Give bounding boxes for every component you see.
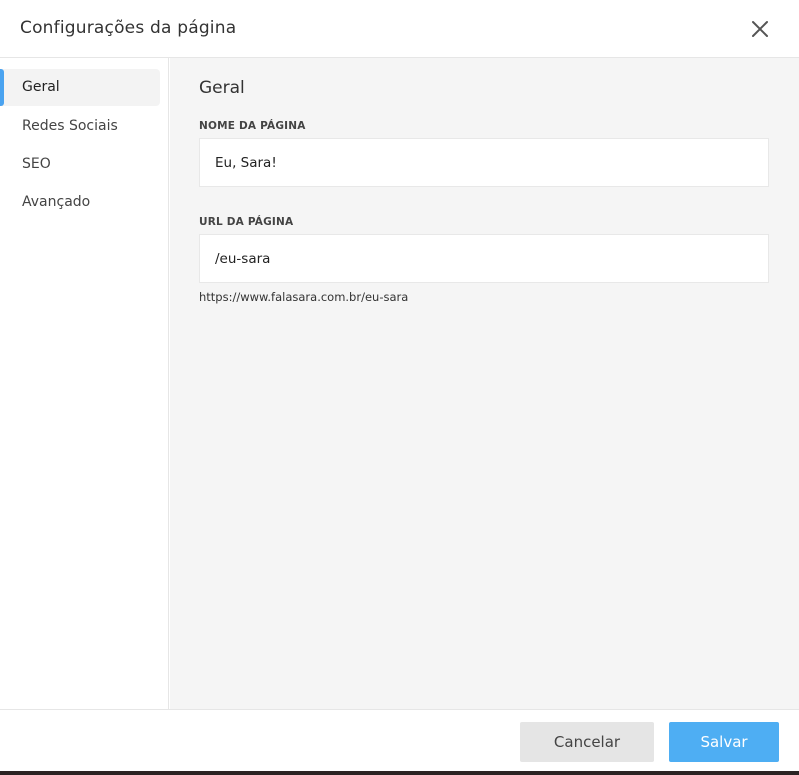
sidebar-item-label: SEO bbox=[22, 156, 51, 172]
sidebar-item-label: Redes Sociais bbox=[22, 118, 118, 134]
sidebar-item-label: Geral bbox=[22, 79, 60, 95]
dialog-footer: Cancelar Salvar bbox=[0, 709, 799, 775]
section-title: Geral bbox=[199, 78, 245, 98]
page-name-label: NOME DA PÁGINA bbox=[199, 120, 306, 132]
page-name-input[interactable] bbox=[199, 138, 769, 187]
save-button[interactable]: Salvar bbox=[669, 722, 779, 762]
close-button[interactable] bbox=[745, 14, 775, 44]
page-url-label: URL DA PÁGINA bbox=[199, 216, 294, 228]
dialog-header: Configurações da página bbox=[0, 0, 799, 58]
sidebar-item-label: Avançado bbox=[22, 194, 91, 210]
full-url-preview: https://www.falasara.com.br/eu-sara bbox=[199, 290, 409, 304]
close-icon bbox=[752, 21, 768, 37]
page-settings-dialog: Configurações da página Geral Redes Soci… bbox=[0, 0, 799, 775]
window-bottom-edge bbox=[0, 771, 799, 775]
settings-sidebar: Geral Redes Sociais SEO Avançado bbox=[0, 58, 169, 709]
sidebar-item-seo[interactable]: SEO bbox=[0, 146, 160, 183]
dialog-title: Configurações da página bbox=[20, 18, 237, 38]
cancel-button[interactable]: Cancelar bbox=[520, 722, 654, 762]
sidebar-item-redes-sociais[interactable]: Redes Sociais bbox=[0, 108, 160, 145]
sidebar-item-geral[interactable]: Geral bbox=[0, 69, 160, 106]
settings-content: Geral NOME DA PÁGINA URL DA PÁGINA https… bbox=[170, 58, 799, 709]
sidebar-item-avancado[interactable]: Avançado bbox=[0, 184, 160, 221]
page-url-input[interactable] bbox=[199, 234, 769, 283]
